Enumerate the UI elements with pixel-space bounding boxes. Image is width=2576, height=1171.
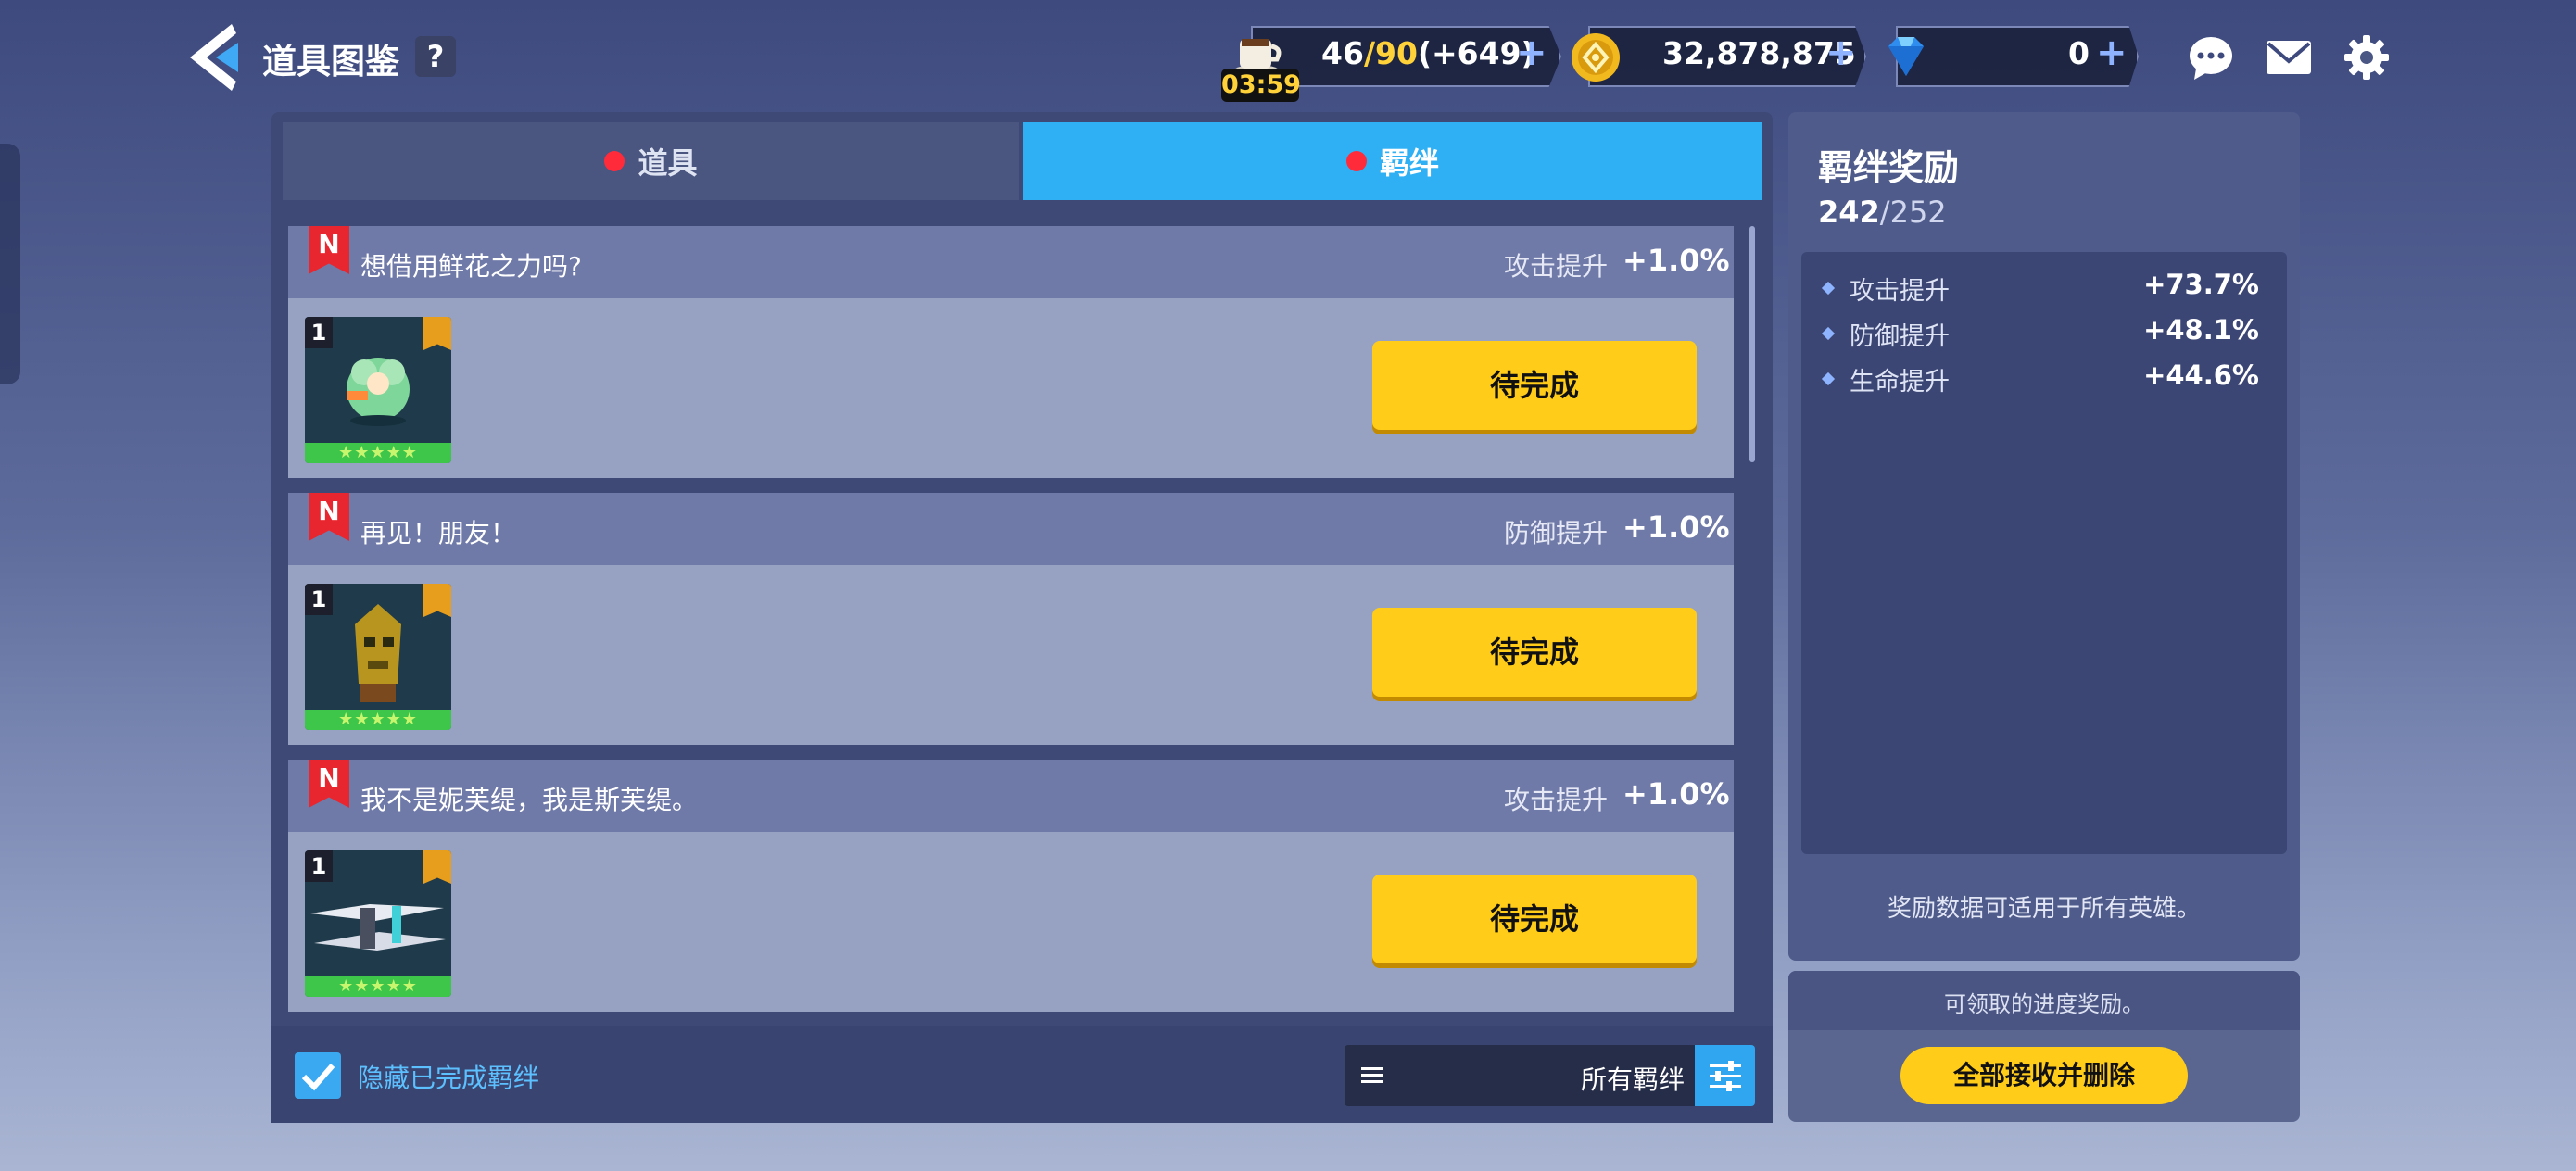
- diamond-bullet-icon: [1821, 371, 1836, 386]
- sliders-icon: [1710, 1061, 1741, 1091]
- list-item: N 我不是妮芙缇，我是斯芙缇。 攻击提升 +1.0% 1 ★★★★★ 待完成: [288, 760, 1734, 1012]
- hide-completed-label[interactable]: 隐藏已完成羁绊: [358, 1058, 539, 1095]
- back-arrow-icon[interactable]: [181, 20, 246, 94]
- list-scrollbar[interactable]: [1749, 226, 1755, 462]
- stat-value: +48.1%: [2143, 314, 2259, 346]
- gold-coin-icon: [1572, 33, 1620, 82]
- item-quantity: 1: [305, 850, 333, 882]
- pending-button[interactable]: 待完成: [1372, 341, 1697, 430]
- diamond-bullet-icon: [1821, 326, 1836, 341]
- stamina-add-button[interactable]: +: [1516, 31, 1547, 74]
- gem-add-button[interactable]: +: [2096, 31, 2128, 74]
- tab-items[interactable]: 道具: [283, 122, 1019, 200]
- pending-button[interactable]: 待完成: [1372, 875, 1697, 963]
- bond-title: 我不是妮芙缇，我是斯芙缇。: [360, 785, 699, 815]
- stat-value: +73.7%: [2143, 269, 2259, 300]
- list-item: N 再见！朋友！ 防御提升 +1.0% 1 ★★★★★ 待完成: [288, 493, 1734, 745]
- star-rating: ★★★★★: [338, 443, 418, 462]
- chat-icon[interactable]: [2187, 33, 2235, 82]
- page-title: 道具图鉴: [262, 42, 399, 82]
- bond-bonus-value: +1.0%: [1623, 243, 1730, 278]
- checkmark-icon: [301, 1064, 335, 1091]
- stat-row: 生命提升 +44.6%: [1821, 359, 2259, 398]
- stamina-timer: 03:59: [1221, 69, 1301, 102]
- reward-panel-title: 羁绊奖励: [1818, 147, 1960, 188]
- bond-title: 想借用鲜花之力吗?: [360, 251, 582, 282]
- side-drawer-handle[interactable]: [0, 144, 20, 384]
- pending-button[interactable]: 待完成: [1372, 608, 1697, 697]
- reward-note: 奖励数据可适用于所有英雄。: [1887, 895, 2201, 923]
- help-button[interactable]: ?: [415, 36, 456, 77]
- stat-name: 防御提升: [1850, 322, 1950, 351]
- stamina-value: 46/90(+649): [1321, 35, 1535, 71]
- item-thumbnail[interactable]: 1 ★★★★★: [305, 584, 451, 730]
- claim-all-button[interactable]: 全部接收并删除: [1900, 1047, 2188, 1104]
- tab-bonds-label: 羁绊: [1379, 145, 1439, 181]
- item-quantity: 1: [305, 317, 333, 348]
- bond-list[interactable]: N 想借用鲜花之力吗? 攻击提升 +1.0% 1 ★★★★★ 待完成 N 再见！…: [283, 219, 1756, 1019]
- bond-title: 再见！朋友！: [360, 518, 517, 548]
- stat-name: 攻击提升: [1850, 277, 1950, 306]
- bond-bonus-label: 攻击提升: [1504, 785, 1609, 815]
- tab-bonds[interactable]: 羁绊: [1023, 122, 1762, 200]
- gold-add-button[interactable]: +: [1825, 31, 1857, 74]
- notification-dot: [1345, 151, 1367, 171]
- bond-bonus-label: 防御提升: [1504, 518, 1609, 548]
- hide-completed-checkbox[interactable]: [295, 1052, 341, 1099]
- blue-gem-icon: [1888, 37, 1924, 76]
- reward-progress: 242/252: [1818, 195, 1947, 230]
- notification-dot: [604, 151, 625, 171]
- stat-row: 攻击提升 +73.7%: [1821, 269, 2259, 308]
- star-rating: ★★★★★: [338, 710, 418, 729]
- item-quantity: 1: [305, 584, 333, 615]
- star-rating: ★★★★★: [338, 976, 418, 996]
- gem-value: 0: [2068, 35, 2090, 71]
- gear-icon[interactable]: [2342, 33, 2391, 82]
- menu-icon: [1361, 1067, 1383, 1083]
- list-item: N 想借用鲜花之力吗? 攻击提升 +1.0% 1 ★★★★★ 待完成: [288, 226, 1734, 478]
- stat-value: +44.6%: [2143, 359, 2259, 391]
- diamond-bullet-icon: [1821, 281, 1836, 296]
- item-thumbnail[interactable]: 1 ★★★★★: [305, 850, 451, 997]
- tab-items-label: 道具: [638, 145, 698, 181]
- stat-row: 防御提升 +48.1%: [1821, 314, 2259, 353]
- bond-bonus-label: 攻击提升: [1504, 251, 1609, 282]
- bond-bonus-value: +1.0%: [1623, 776, 1730, 812]
- claimable-label: 可领取的进度奖励。: [1944, 991, 2144, 1017]
- filter-selected-value: 所有羁绊: [1581, 1064, 1686, 1095]
- bond-bonus-value: +1.0%: [1623, 510, 1730, 545]
- stat-name: 生命提升: [1850, 368, 1950, 397]
- filter-dropdown[interactable]: [1345, 1045, 1754, 1106]
- filter-settings-button[interactable]: [1695, 1045, 1755, 1106]
- mail-icon[interactable]: [2265, 33, 2313, 82]
- item-thumbnail[interactable]: 1 ★★★★★: [305, 317, 451, 463]
